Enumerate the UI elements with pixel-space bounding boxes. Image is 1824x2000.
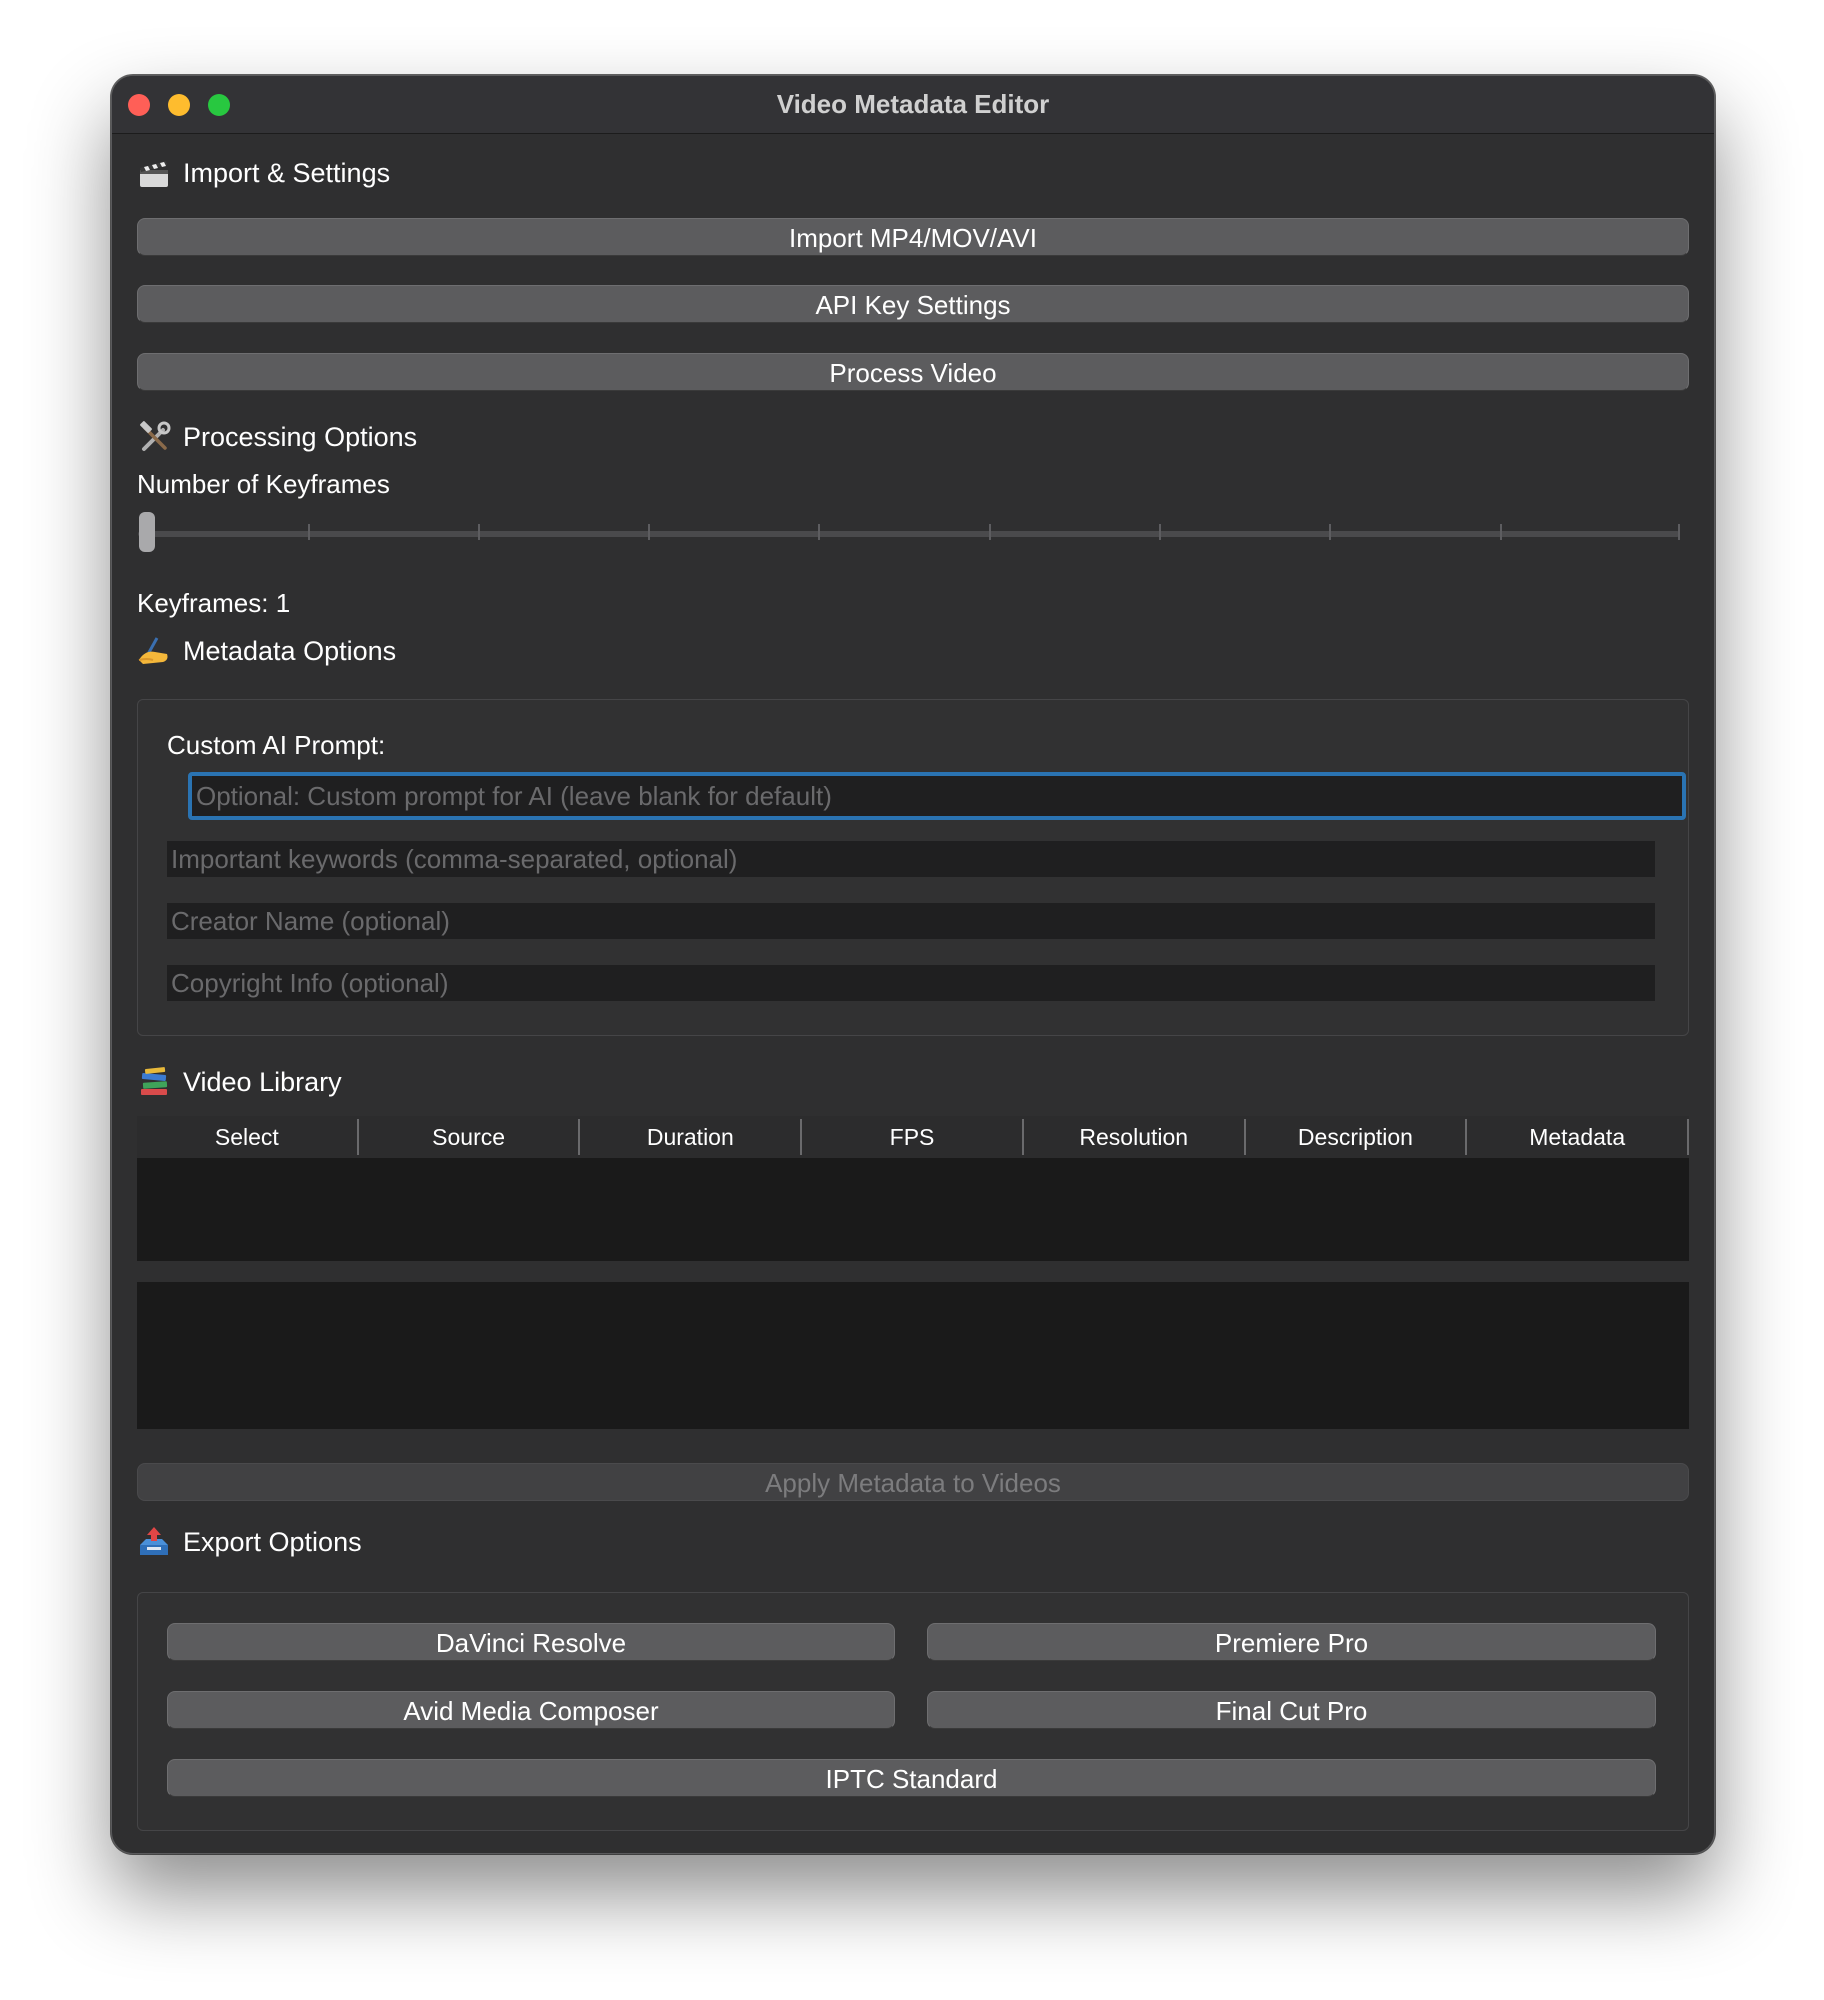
slider-tick: [989, 524, 991, 540]
column-header-description[interactable]: Description: [1246, 1119, 1468, 1155]
export-premiere-button[interactable]: Premiere Pro: [927, 1623, 1656, 1661]
slider-tick: [1159, 524, 1161, 540]
metadata-options-group: Custom AI Prompt:: [137, 699, 1689, 1036]
slider-tick: [308, 524, 310, 540]
slider-tick: [1678, 524, 1680, 540]
import-video-button[interactable]: Import MP4/MOV/AVI: [137, 218, 1689, 256]
slider-tick: [648, 524, 650, 540]
column-header-resolution[interactable]: Resolution: [1024, 1119, 1246, 1155]
custom-prompt-label: Custom AI Prompt:: [167, 730, 386, 760]
copyright-input[interactable]: [167, 965, 1655, 1001]
title-bar[interactable]: Video Metadata Editor: [112, 76, 1714, 134]
export-iptc-button[interactable]: IPTC Standard: [167, 1759, 1656, 1797]
keyframes-value: Keyframes: 1: [137, 588, 291, 618]
column-header-fps[interactable]: FPS: [802, 1119, 1024, 1155]
slider-tick: [478, 524, 480, 540]
column-header-source[interactable]: Source: [359, 1119, 581, 1155]
metadata-options-title: Metadata Options: [183, 635, 397, 666]
video-table-header: Select Source Duration FPS Resolution De…: [137, 1116, 1690, 1158]
clapperboard-icon: [140, 161, 168, 187]
apply-metadata-button[interactable]: Apply Metadata to Videos: [137, 1463, 1689, 1501]
export-options-header: Export Options: [137, 1522, 362, 1562]
window-title: Video Metadata Editor: [776, 89, 1050, 119]
hammer-wrench-icon: [140, 421, 171, 451]
api-key-settings-button[interactable]: API Key Settings: [137, 285, 1689, 323]
export-options-group: DaVinci Resolve Premiere Pro Avid Media …: [137, 1592, 1689, 1831]
video-details-panel[interactable]: [137, 1282, 1689, 1429]
slider-tick: [1500, 524, 1502, 540]
export-options-title: Export Options: [183, 1526, 362, 1557]
keyframes-slider-track[interactable]: [138, 531, 1680, 537]
column-header-duration[interactable]: Duration: [580, 1119, 803, 1155]
metadata-options-header: Metadata Options: [137, 631, 396, 671]
column-header-metadata[interactable]: Metadata: [1467, 1119, 1690, 1155]
video-table-body[interactable]: [137, 1158, 1689, 1261]
import-settings-header: Import & Settings: [137, 153, 390, 193]
creator-name-input[interactable]: [167, 903, 1655, 939]
keyframes-slider-handle[interactable]: [139, 512, 155, 552]
custom-prompt-input[interactable]: [188, 772, 1686, 820]
keywords-input[interactable]: [167, 841, 1655, 877]
slider-tick: [1329, 524, 1331, 540]
app-window: Video Metadata Editor Import & Settings …: [111, 75, 1715, 1854]
slider-tick: [818, 524, 820, 540]
process-video-button[interactable]: Process Video: [137, 353, 1689, 391]
processing-options-title: Processing Options: [183, 421, 418, 452]
column-header-select[interactable]: Select: [137, 1119, 359, 1155]
video-library-title: Video Library: [183, 1066, 342, 1097]
import-settings-title: Import & Settings: [183, 157, 391, 188]
video-library-header: Video Library: [137, 1062, 342, 1102]
export-finalcut-button[interactable]: Final Cut Pro: [927, 1691, 1656, 1729]
processing-options-header: Processing Options: [137, 417, 417, 457]
export-avid-button[interactable]: Avid Media Composer: [167, 1691, 895, 1729]
books-icon: [141, 1067, 168, 1095]
writing-hand-icon: [138, 637, 168, 664]
export-davinci-button[interactable]: DaVinci Resolve: [167, 1623, 895, 1661]
outbox-tray-icon: [140, 1527, 168, 1555]
keyframes-label: Number of Keyframes: [137, 469, 390, 499]
